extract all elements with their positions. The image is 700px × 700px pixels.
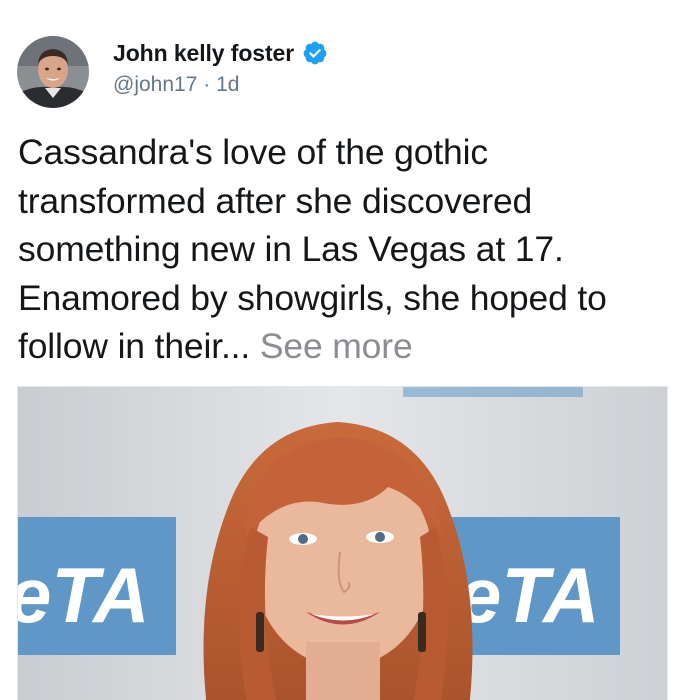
separator-dot: · (203, 73, 217, 96)
post-body: Cassandra's love of the gothic transform… (18, 128, 688, 371)
photo-portrait: eTA eTA (18, 387, 667, 700)
verified-badge-icon (302, 40, 328, 66)
post-text-line: Enamored by showgirls, she hoped to (18, 277, 607, 318)
post-text-line: something new in Las Vegas at 17. (18, 229, 564, 269)
author-name[interactable]: John kelly foster (113, 40, 294, 67)
banner-right-text: eTA (458, 551, 600, 639)
banner-left-text: eTA (18, 551, 150, 639)
post-header: John kelly foster @john17 · 1d (17, 36, 328, 108)
post-time[interactable]: 1d (216, 73, 239, 96)
handle-row: @john17 · 1d (113, 73, 328, 97)
post-text-line: follow in their... (18, 326, 260, 366)
post-text-line: Cassandra's love of the gothic (18, 132, 488, 172)
author-avatar[interactable] (17, 36, 89, 108)
name-row: John kelly foster (113, 39, 328, 67)
post-text-line: transformed after she discovered (18, 180, 533, 221)
social-post: John kelly foster @john17 · 1d Cassandra… (0, 0, 700, 700)
post-media-image[interactable]: eTA eTA (17, 386, 668, 700)
avatar-photo (17, 36, 89, 108)
post-text-last-line: follow in their... See more (18, 322, 688, 371)
see-more-link[interactable]: See more (260, 326, 413, 366)
author-handle[interactable]: @john17 (113, 73, 197, 96)
author-meta: John kelly foster @john17 · 1d (113, 39, 328, 97)
